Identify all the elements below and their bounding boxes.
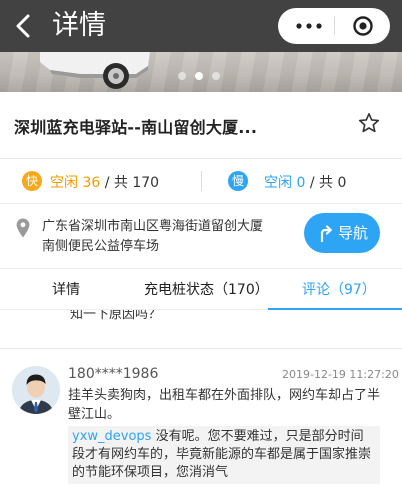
favorite-star-icon[interactable]	[358, 112, 380, 134]
carousel-dot-2-active	[195, 72, 203, 80]
fast-free-label: 空闲	[50, 175, 78, 191]
previous-comment-text: 知一下原因吗？	[70, 310, 162, 322]
menu-capsule	[278, 8, 390, 44]
slow-free-label: 空闲	[264, 175, 292, 191]
reply-username[interactable]: yxw_devops	[72, 429, 151, 444]
car-photo	[40, 52, 150, 89]
address-row: 广东省深圳市南山区粤海街道留创大厦南侧便民公益停车场 导航	[0, 204, 402, 268]
counts-divider	[201, 171, 202, 191]
tab-pile-status[interactable]: 充电桩状态（170）	[144, 279, 269, 299]
navigate-label: 导航	[338, 224, 369, 242]
station-address: 广东省深圳市南山区粤海街道留创大厦南侧便民公益停车场	[42, 219, 264, 254]
slow-total-count: / 共 0	[309, 175, 347, 191]
fast-charge-count: 空闲 36 / 共 170	[50, 172, 159, 192]
avatar[interactable]	[12, 366, 60, 414]
fast-charge-badge: 快	[22, 171, 42, 191]
more-dots-icon[interactable]	[296, 23, 322, 29]
navigation-arrow-icon	[320, 225, 332, 242]
comment-username: 180****1986	[68, 366, 159, 382]
tab-comments[interactable]: 评论（97）	[302, 279, 376, 299]
pile-availability: 快 空闲 36 / 共 170 慢 空闲 0 / 共 0	[0, 159, 402, 203]
comment-body: 挂羊头卖狗肉，出租车都在外面排队，网约车却占了半壁江山。	[68, 388, 381, 422]
comment-divider	[0, 348, 402, 349]
station-photo-carousel[interactable]	[0, 52, 402, 92]
page-title: 详情	[52, 10, 106, 41]
reply-box: yxw_devops 没有呢。您不要难过，只是部分时间段才有网约车的，毕竟新能源…	[68, 426, 380, 484]
comments-list[interactable]: 知一下原因吗？ 180****1986 2019-12-19 11:27:20 …	[0, 310, 402, 500]
slow-charge-badge: 慢	[228, 171, 248, 191]
comment-timestamp: 2019-12-19 11:27:20	[282, 368, 399, 381]
station-header: 深圳蓝充电驿站--南山留创大厦...	[0, 92, 402, 158]
slow-charge-count: 空闲 0 / 共 0	[264, 172, 346, 192]
top-bar: 详情	[0, 0, 402, 52]
tab-bar: 详情 充电桩状态（170） 评论（97）	[0, 268, 402, 310]
carousel-dot-3	[212, 72, 220, 80]
fast-total-count: / 共 170	[104, 175, 160, 191]
fast-free-count: 36	[82, 175, 101, 191]
carousel-dot-1	[178, 72, 186, 80]
slow-free-count: 0	[296, 175, 306, 191]
chevron-left-icon[interactable]	[10, 8, 38, 44]
tab-details[interactable]: 详情	[52, 279, 80, 299]
user-avatar-icon	[12, 366, 60, 414]
location-pin-icon	[16, 218, 30, 238]
capsule-divider	[334, 17, 335, 35]
navigate-button[interactable]: 导航	[304, 213, 380, 253]
target-circle-icon[interactable]	[352, 15, 374, 37]
station-name: 深圳蓝充电驿站--南山留创大厦...	[14, 118, 258, 137]
